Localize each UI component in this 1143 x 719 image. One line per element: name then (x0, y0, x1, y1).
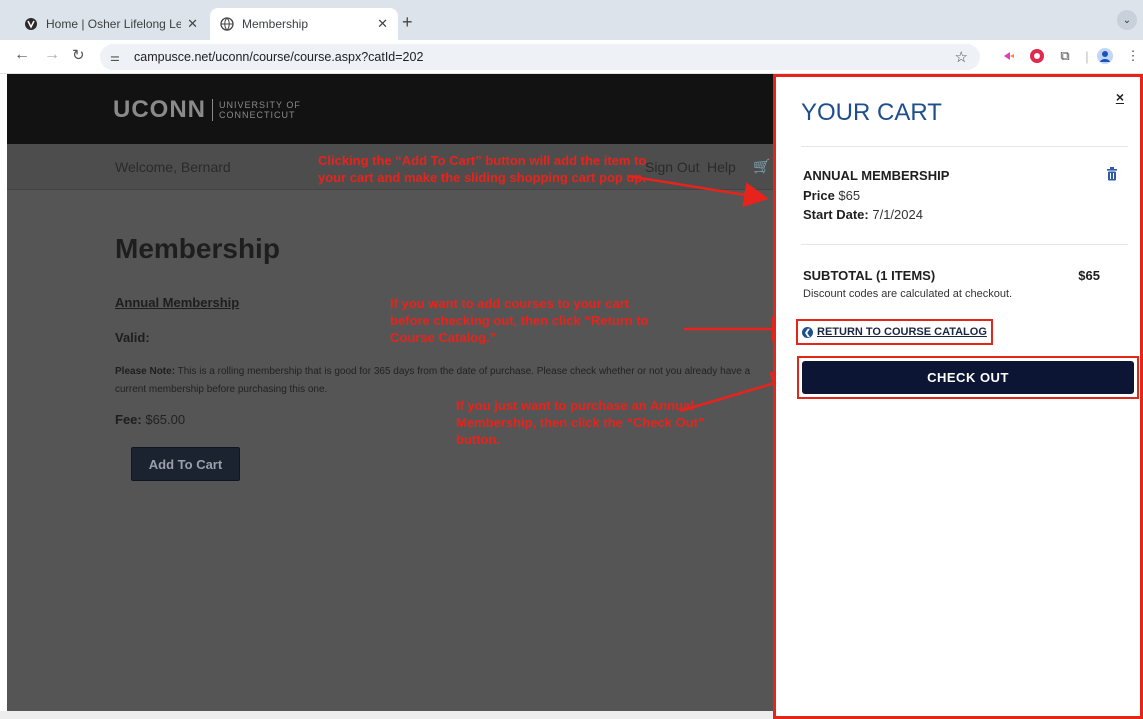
help-link[interactable]: Help (707, 159, 736, 175)
annotation-check-out: If you just want to purchase an Annual M… (456, 398, 705, 447)
globe-icon (220, 17, 234, 31)
return-to-catalog-link[interactable]: ❮ RETURN TO COURSE CATALOG (796, 319, 993, 345)
subtotal-label: SUBTOTAL (1 ITEMS) (803, 268, 936, 283)
tab-home[interactable]: Home | Osher Lifelong Learnin ✕ (14, 8, 208, 40)
extension-arrow-icon[interactable] (1000, 47, 1018, 65)
sign-out-link[interactable]: Sign Out (645, 159, 699, 175)
site-header: UCONN UNIVERSITY OF CONNECTICUT (7, 74, 775, 144)
close-tab-icon[interactable]: ✕ (377, 16, 388, 32)
cart-item-start-date: Start Date: 7/1/2024 (803, 207, 923, 222)
forward-icon[interactable]: → (44, 46, 60, 64)
toolbar-divider: | (1085, 48, 1089, 64)
valid-label: Valid: (115, 330, 150, 345)
fee-line: Fee: $65.00 (115, 412, 185, 427)
start-label: Start Date: (803, 207, 869, 222)
extension-red-icon[interactable] (1028, 47, 1046, 65)
note-label: Please Note: (115, 366, 176, 377)
check-out-button[interactable]: CHECK OUT (802, 361, 1134, 394)
welcome-text: Welcome, Bernard (115, 159, 231, 175)
divider (801, 146, 1128, 147)
add-to-cart-button[interactable]: Add To Cart (131, 447, 240, 481)
close-tab-icon[interactable]: ✕ (187, 16, 198, 32)
tab-title: Membership (242, 17, 309, 31)
bookmark-star-icon[interactable]: ☆ (955, 48, 968, 66)
url-text: campusce.net/uconn/course/course.aspx?ca… (134, 50, 424, 64)
logo-subtitle: UNIVERSITY OF CONNECTICUT (219, 100, 301, 120)
checkout-highlight: CHECK OUT (797, 356, 1139, 399)
annual-membership-link[interactable]: Annual Membership (115, 295, 239, 310)
profile-avatar-icon[interactable] (1096, 47, 1114, 65)
shopping-cart-icon[interactable]: 🛒 (753, 158, 770, 175)
close-icon[interactable]: × (1116, 89, 1124, 105)
chevron-left-icon: ❮ (802, 326, 813, 338)
tab-search-icon[interactable]: ⌄ (1117, 10, 1137, 30)
back-icon[interactable]: ← (14, 46, 30, 64)
cart-item-name: ANNUAL MEMBERSHIP (803, 168, 950, 183)
trash-icon[interactable] (1106, 167, 1118, 184)
uconn-favicon-icon (24, 17, 38, 31)
logo-line-1: UNIVERSITY OF (219, 100, 301, 110)
annotation-add-to-cart: Clicking the “Add To Cart” button will a… (318, 153, 647, 185)
fee-value: $65.00 (141, 412, 186, 427)
price-value: $65 (834, 188, 861, 203)
discount-note: Discount codes are calculated at checkou… (803, 288, 1013, 300)
site-info-icon[interactable]: ⚌ (110, 51, 126, 64)
tab-title: Home | Osher Lifelong Learnin (46, 17, 182, 31)
logo-wordmark: UCONN (113, 96, 206, 123)
browser-menu-icon[interactable]: ⋮ (1124, 47, 1142, 65)
return-link-label: RETURN TO COURSE CATALOG (817, 326, 987, 338)
page-title: Membership (115, 233, 280, 264)
price-label: Price (803, 188, 835, 203)
start-value: 7/1/2024 (868, 207, 923, 222)
cart-item-price: Price $65 (803, 188, 860, 203)
url-field[interactable]: ⚌ campusce.net/uconn/course/course.aspx?… (100, 44, 980, 70)
cart-title: YOUR CART (801, 99, 942, 126)
extensions-puzzle-icon[interactable]: ⧉ (1056, 47, 1074, 65)
page-bottom-strip (0, 711, 773, 719)
reload-icon[interactable]: ↻ (72, 46, 85, 64)
cart-panel: YOUR CART × ANNUAL MEMBERSHIP Price $65 … (773, 74, 1143, 719)
note-text: This is a rolling membership that is goo… (115, 366, 751, 395)
browser-tab-bar: Home | Osher Lifelong Learnin ✕ Membersh… (0, 0, 1143, 40)
tab-membership[interactable]: Membership ✕ (210, 8, 398, 40)
divider (801, 244, 1128, 245)
new-tab-icon[interactable]: + (402, 12, 413, 33)
uconn-logo[interactable]: UCONN UNIVERSITY OF CONNECTICUT (113, 96, 301, 124)
annotation-return-catalog: If you want to add courses to your cart … (390, 296, 649, 345)
membership-note: Please Note: This is a rolling membershi… (115, 363, 775, 399)
logo-line-2: CONNECTICUT (219, 110, 296, 120)
logo-divider (212, 99, 213, 121)
subtotal-value: $65 (1078, 268, 1100, 283)
fee-label: Fee: (115, 412, 142, 427)
address-bar: ← → ↻ ⚌ campusce.net/uconn/course/course… (0, 40, 1143, 74)
